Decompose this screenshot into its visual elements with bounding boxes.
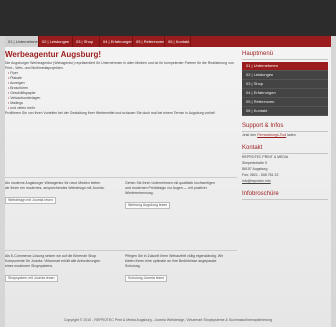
nav-item-shop[interactable]: 03 | Shop xyxy=(73,36,100,47)
main-menu-title: Hauptmenü xyxy=(242,50,328,60)
read-more-button[interactable]: Webdesign mit Joomla lesen xyxy=(5,197,56,204)
teaser-werbung: Gehen Sie Ihren Unternehmen mit qualitat… xyxy=(125,181,235,209)
brochure-section: Infobroschüre xyxy=(242,190,328,200)
teaser-schulung: Pflegen Sie in Zukunft Ihren Webauftritt… xyxy=(125,254,235,282)
contact-section: Kontakt REPROTEC PRINT & MEDIA Simpertst… xyxy=(242,144,328,184)
teaser-text: wir Ihnen ein modernes, ansprechendes We… xyxy=(5,186,105,190)
support-section: Support & Infos Jetzt den Fernwartungs-T… xyxy=(242,122,328,138)
brochure-title: Infobroschüre xyxy=(242,190,328,200)
divider xyxy=(5,250,237,251)
teaser-text: Wiedererkennung. xyxy=(125,191,154,195)
remote-tool-link[interactable]: Fernwartungs-Tool xyxy=(257,133,286,137)
read-more-button[interactable]: Werbung Augsburg lesen xyxy=(125,202,171,209)
top-strip xyxy=(0,0,336,36)
contact-email-link[interactable]: info@reprotec.info xyxy=(242,179,328,184)
top-navigation: 01 | Unternehmen 02 | Leistungen 03 | Sh… xyxy=(5,36,331,47)
sidebar-item-leistungen[interactable]: 02 | Leistungen xyxy=(242,71,328,80)
sidebar-item-unternehmen[interactable]: 01 | Unternehmen xyxy=(242,62,328,71)
nav-item-kontakt[interactable]: 06 | Kontakt xyxy=(165,36,191,47)
contact-company: REPROTEC PRINT & MEDIA xyxy=(242,155,289,159)
page-title: Werbeagentur Augsburg! xyxy=(5,50,102,59)
contact-title: Kontakt xyxy=(242,144,328,154)
nav-item-erfahrungen[interactable]: 04 | Erfahrungen xyxy=(100,36,133,47)
sidebar-item-kontakt[interactable]: 06 | Kontakt xyxy=(242,107,328,116)
contact-phone: Fon: 0821 - 508 781 22 xyxy=(242,173,279,177)
support-text: Jetzt den Fernwartungs-Tool laden xyxy=(242,133,328,138)
main-content: Werbeagentur Augsburg! Die Augsburger We… xyxy=(5,50,237,116)
nav-item-unternehmen[interactable]: 01 | Unternehmen xyxy=(5,36,39,47)
teaser-text: eines modernen Shopsystems. xyxy=(5,264,54,268)
sidebar-item-shop[interactable]: 03 | Shop xyxy=(242,80,328,89)
contact-street: Simpertstraße 9 xyxy=(242,161,267,165)
teaser-shopsystem: Als E-Commerce-Lösung setzen wir auf die… xyxy=(5,254,115,282)
nav-item-leistungen[interactable]: 02 | Leistungen xyxy=(39,36,73,47)
support-prefix: Jetzt den xyxy=(242,133,257,137)
support-title: Support & Infos xyxy=(242,122,328,132)
read-more-button[interactable]: Schulung Joomla lesen xyxy=(125,275,168,282)
teaser-text: Schulung. xyxy=(125,264,141,268)
main-menu: 01 | Unternehmen 02 | Leistungen 03 | Sh… xyxy=(242,62,328,116)
footer: Copyright © 2010 - REPROTEC Print & Medi… xyxy=(63,318,273,322)
support-suffix: laden xyxy=(287,133,296,137)
divider xyxy=(5,177,237,178)
teaser-webdesign: Als moderne Augsburger Webagentur für ne… xyxy=(5,181,115,204)
sidebar-item-referenzen[interactable]: 05 | Referenzen xyxy=(242,98,328,107)
intro-text: Die Augsburger Werbeagentur (Webagentur)… xyxy=(5,61,234,70)
contact-city: 86157 Augsburg xyxy=(242,167,268,171)
read-more-button[interactable]: Shopsystem mit Joomla lesen xyxy=(5,275,58,282)
nav-item-referenzen[interactable]: 05 | Referenzen xyxy=(133,36,165,47)
sidebar-item-erfahrungen[interactable]: 04 | Erfahrungen xyxy=(242,89,328,98)
service-list: Flyer Plakate Anzeigen Broschüren Geschä… xyxy=(8,71,237,111)
sidebar: Hauptmenü 01 | Unternehmen 02 | Leistung… xyxy=(242,50,328,200)
page: 01 | Unternehmen 02 | Leistungen 03 | Sh… xyxy=(5,36,331,327)
outro-text: Profitieren Sie von Ihren Vorteilen bei … xyxy=(5,111,216,115)
